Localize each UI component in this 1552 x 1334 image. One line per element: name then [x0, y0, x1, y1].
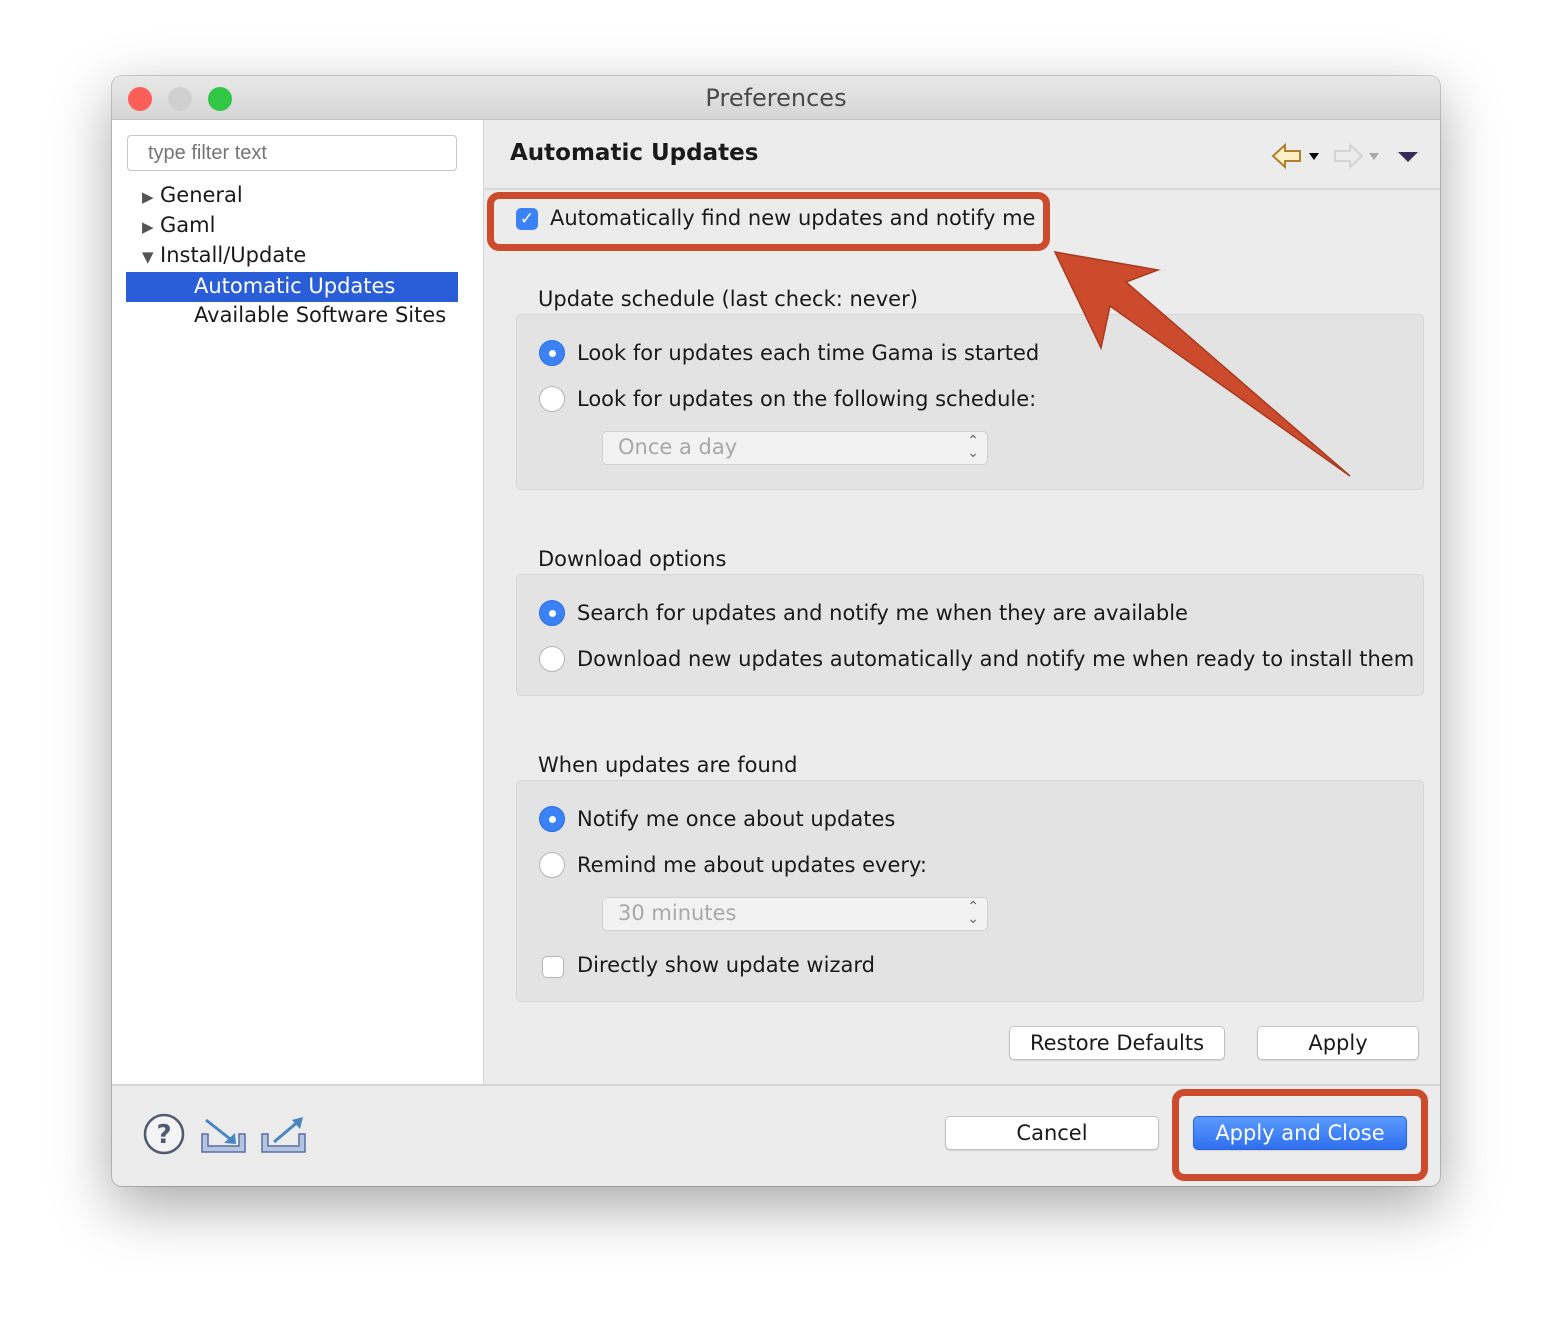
- filter-input[interactable]: [127, 135, 457, 171]
- radio-label: Download new updates automatically and n…: [577, 647, 1415, 671]
- wizard-label: Directly show update wizard: [577, 953, 875, 977]
- schedule-custom-radio[interactable]: [539, 386, 565, 412]
- page-title: Automatic Updates: [510, 140, 759, 166]
- tree-item-automatic-updates[interactable]: Automatic Updates: [126, 272, 458, 302]
- wizard-checkbox[interactable]: [542, 956, 564, 978]
- forward-menu-icon[interactable]: [1369, 153, 1379, 160]
- footer-icons: ?: [143, 1113, 306, 1155]
- svg-text:?: ?: [156, 1120, 171, 1150]
- stepper-chevrons-icon: ⌃ ⌄: [967, 433, 979, 461]
- schedule-interval-select[interactable]: Once a day ⌃ ⌄: [602, 431, 988, 465]
- export-icon[interactable]: [261, 1117, 306, 1153]
- help-icon[interactable]: ?: [143, 1113, 185, 1155]
- download-notify-radio[interactable]: [539, 600, 565, 626]
- expand-triangle-icon[interactable]: ▶: [142, 183, 160, 211]
- radio-label: Notify me once about updates: [577, 807, 896, 831]
- tree-label: General: [160, 183, 243, 207]
- found-group: Notify me once about updates Remind me a…: [516, 780, 1424, 1002]
- download-group: Search for updates and notify me when th…: [516, 574, 1424, 696]
- collapse-triangle-icon[interactable]: ▼: [142, 243, 160, 271]
- restore-defaults-button[interactable]: Restore Defaults: [1009, 1026, 1225, 1060]
- tree-item-general[interactable]: ▶ General: [142, 181, 243, 211]
- tree-label: Gaml: [160, 213, 216, 237]
- window-title: Preferences: [705, 84, 847, 112]
- radio-label: Look for updates each time Gama is start…: [577, 341, 1040, 365]
- stepper-chevrons-icon: ⌃ ⌄: [967, 899, 979, 927]
- select-value: 30 minutes: [618, 901, 737, 925]
- apply-button[interactable]: Apply: [1257, 1026, 1419, 1060]
- header-divider: [485, 188, 1440, 190]
- footer-divider: [112, 1084, 1440, 1086]
- download-auto-radio[interactable]: [539, 646, 565, 672]
- tree-item-install-update[interactable]: ▼ Install/Update: [142, 241, 306, 271]
- schedule-startup-radio[interactable]: [539, 340, 565, 366]
- import-icon[interactable]: [201, 1118, 246, 1153]
- remind-interval-select[interactable]: 30 minutes ⌃ ⌄: [602, 897, 988, 931]
- back-menu-icon[interactable]: [1309, 153, 1319, 160]
- cancel-button[interactable]: Cancel: [945, 1116, 1159, 1150]
- tree-label: Install/Update: [160, 243, 307, 267]
- radio-label: Remind me about updates every:: [577, 853, 927, 877]
- tree-item-gaml[interactable]: ▶ Gaml: [142, 211, 215, 241]
- preferences-window: Preferences ▶General ▶Gaml ▼Install/Upda…: [112, 76, 1440, 1186]
- radio-label: Look for updates on the following schedu…: [577, 387, 1037, 411]
- schedule-heading: Update schedule (last check: never): [538, 287, 918, 311]
- tree-label: Available Software Sites: [194, 303, 447, 327]
- tree-label: Automatic Updates: [194, 274, 396, 298]
- expand-triangle-icon[interactable]: ▶: [142, 213, 160, 241]
- radio-label: Search for updates and notify me when th…: [577, 601, 1188, 625]
- view-menu-icon[interactable]: [1398, 152, 1418, 162]
- forward-arrow-icon[interactable]: [1334, 142, 1364, 170]
- sidebar: ▶General ▶Gaml ▼Install/Update Automatic…: [112, 120, 484, 1085]
- notify-once-radio[interactable]: [539, 806, 565, 832]
- remind-radio[interactable]: [539, 852, 565, 878]
- back-arrow-icon[interactable]: [1271, 142, 1301, 170]
- highlight-annotation: [487, 192, 1050, 251]
- found-heading: When updates are found: [538, 753, 798, 777]
- nav-toolbar: [1271, 142, 1418, 170]
- highlight-annotation: [1172, 1089, 1428, 1181]
- download-heading: Download options: [538, 547, 727, 571]
- select-value: Once a day: [618, 435, 738, 459]
- title-bar: Preferences: [112, 76, 1440, 120]
- tree-item-available-software-sites[interactable]: Available Software Sites: [194, 301, 446, 331]
